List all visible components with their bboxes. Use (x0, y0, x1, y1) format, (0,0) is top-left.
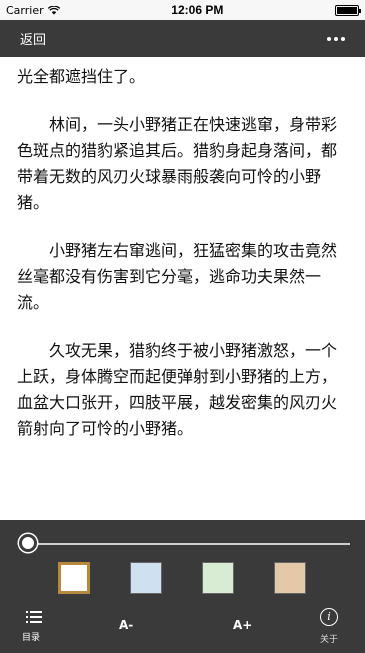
reading-content[interactable]: 光全都遮挡住了。 林间，一头小野猪正在快速逃窜，身带彩色斑点的猎豹紧追其后。猎豹… (0, 45, 365, 520)
carrier-label: Carrier (6, 3, 44, 17)
wifi-icon (47, 5, 60, 14)
status-left: Carrier (6, 4, 60, 17)
progress-slider-track[interactable] (28, 543, 350, 545)
paragraph: 久攻无果，猎豹终于被小野猪激怒，一个上跃，身体腾空而起便弹射到小野猪的上方，血盆… (17, 341, 338, 438)
battery-icon (335, 4, 361, 16)
theme-swatch-green[interactable] (202, 562, 234, 594)
more-icon[interactable] (327, 36, 345, 41)
info-icon[interactable]: i (320, 608, 338, 626)
theme-swatch-blue[interactable] (130, 562, 162, 594)
list-icon[interactable] (26, 611, 42, 623)
info-label[interactable]: 关于 (320, 632, 338, 645)
theme-swatch-tan[interactable] (274, 562, 306, 594)
paragraph: 光全都遮挡住了。 (17, 67, 146, 86)
status-bar: Carrier 12:06 PM (0, 0, 365, 20)
paragraph: 小野猪左右窜逃间，狂猛密集的攻击竟然丝毫都没有伤害到它分毫，逃命功夫果然一流。 (17, 241, 338, 312)
font-increase-button[interactable]: A+ (233, 618, 252, 632)
toc-label[interactable]: 目录 (22, 630, 40, 643)
reader-settings-panel: 目录 A- A+ i 关于 (0, 520, 365, 653)
paragraph: 林间，一头小野猪正在快速逃窜，身带彩色斑点的猎豹紧追其后。猎豹身起身落间，都带着… (17, 115, 338, 212)
status-time: 12:06 PM (171, 3, 224, 17)
theme-swatch-white[interactable] (58, 562, 90, 594)
font-decrease-button[interactable]: A- (119, 618, 133, 632)
progress-slider-thumb[interactable] (19, 534, 37, 552)
